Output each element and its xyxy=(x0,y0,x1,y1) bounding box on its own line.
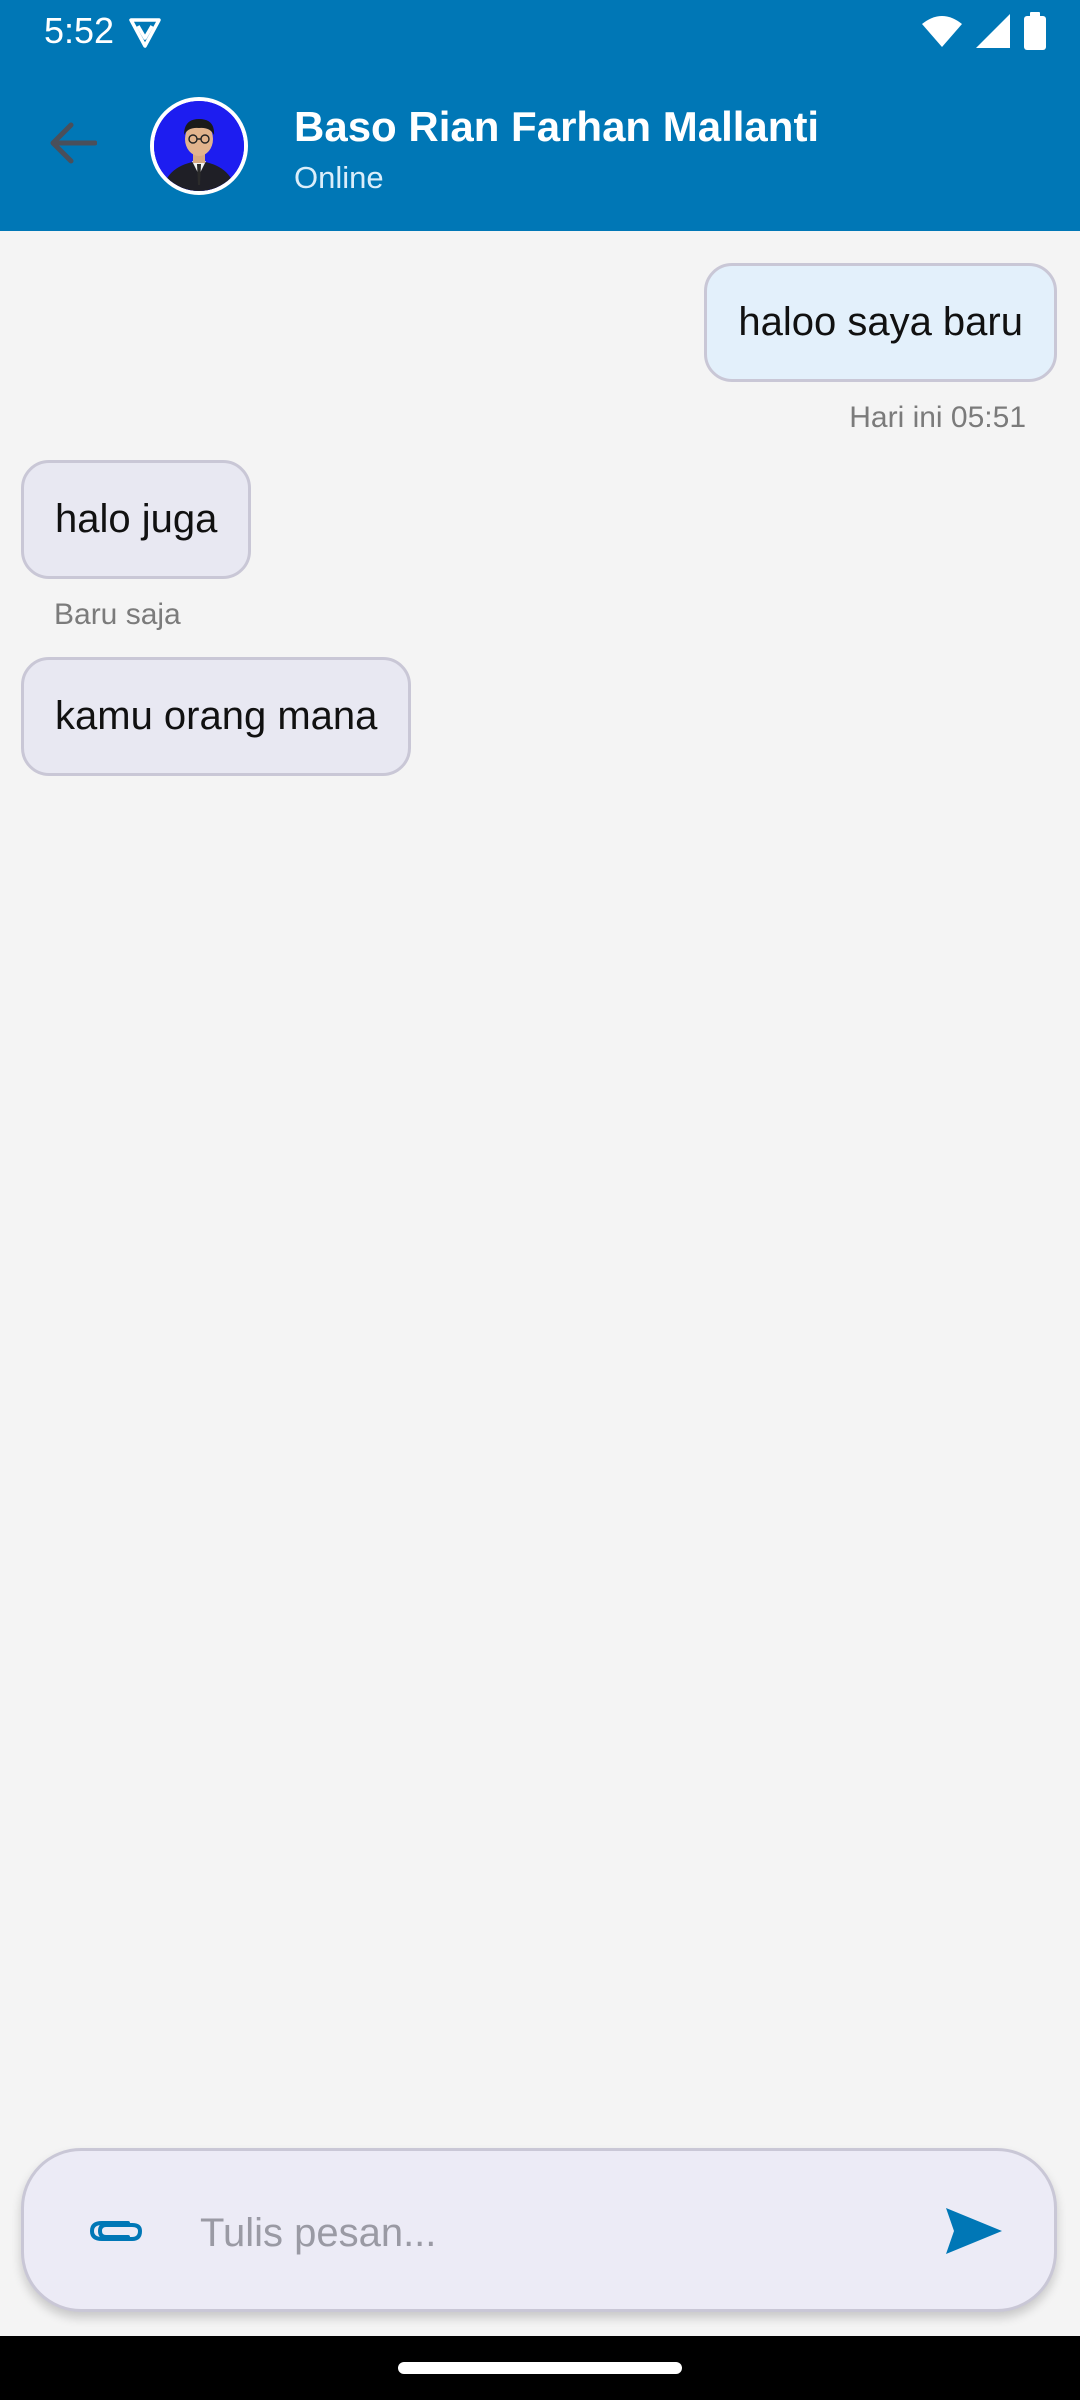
send-button[interactable] xyxy=(930,2189,1018,2277)
chat-screen: 5:52 Baso Rian Farhan Mallanti Online ha… xyxy=(0,0,1080,2400)
header: 5:52 Baso Rian Farhan Mallanti Online xyxy=(0,0,1080,231)
home-indicator[interactable] xyxy=(398,2362,682,2374)
message-input[interactable] xyxy=(200,2191,900,2275)
avatar[interactable] xyxy=(150,97,248,195)
message-bubble-sent[interactable]: haloo saya baru xyxy=(704,263,1057,382)
navigation-bar xyxy=(0,2336,1080,2400)
status-icons xyxy=(922,12,1046,50)
avatar-photo xyxy=(154,101,244,191)
send-icon xyxy=(944,2206,1004,2261)
cell-signal-icon xyxy=(976,14,1010,48)
contact-status: Online xyxy=(294,160,384,195)
contact-name: Baso Rian Farhan Mallanti xyxy=(294,103,820,150)
status-bar: 5:52 xyxy=(0,0,1080,62)
message-timestamp: Baru saja xyxy=(54,598,181,631)
attach-button[interactable] xyxy=(76,2193,156,2273)
back-button[interactable] xyxy=(38,110,108,180)
wifi-icon xyxy=(922,14,962,48)
message-bubble-received[interactable]: kamu orang mana xyxy=(21,657,412,776)
message-timestamp: Hari ini 05:51 xyxy=(849,401,1026,434)
app-bar: Baso Rian Farhan Mallanti Online xyxy=(0,62,1080,231)
status-time: 5:52 xyxy=(44,10,115,51)
message-bubble-received[interactable]: halo juga xyxy=(21,460,252,579)
shield-v-icon xyxy=(127,14,163,50)
paperclip-icon xyxy=(88,2215,144,2252)
arrow-back-icon xyxy=(49,121,98,170)
message-composer xyxy=(21,2148,1057,2312)
battery-icon xyxy=(1024,12,1046,50)
